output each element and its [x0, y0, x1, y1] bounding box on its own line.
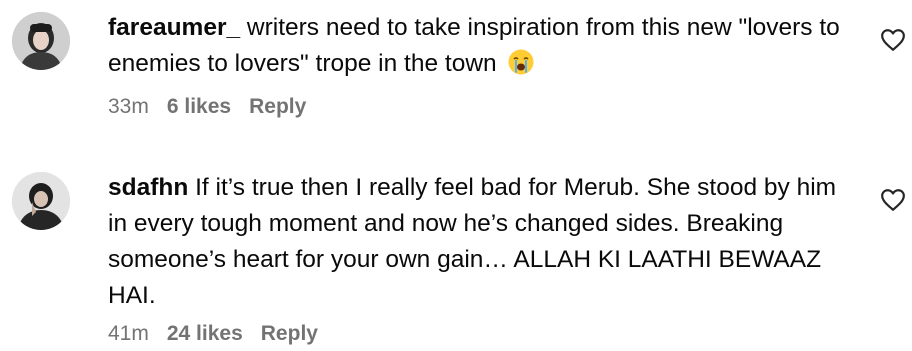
comment-text: fareaumer_ writers need to take inspirat…: [108, 10, 848, 82]
comment-meta: 33m 6 likes Reply: [108, 94, 324, 120]
comment-meta: 41m 24 likes Reply: [108, 321, 336, 347]
comment-text: sdafhn If it’s true then I really feel b…: [108, 170, 848, 314]
avatar[interactable]: [12, 12, 70, 70]
comment-body: If it’s true then I really feel bad for …: [108, 174, 837, 309]
user-avatar-icon: [12, 12, 70, 70]
comment-likes-count[interactable]: 6 likes: [167, 95, 231, 118]
comment-timestamp: 41m: [108, 322, 149, 345]
heart-outline-icon: [881, 189, 905, 211]
loudly-crying-face-icon: [507, 48, 535, 76]
comment-likes-count[interactable]: 24 likes: [167, 322, 243, 345]
user-avatar-icon: [12, 172, 70, 230]
avatar[interactable]: [12, 172, 70, 230]
reply-button[interactable]: Reply: [261, 322, 318, 345]
like-button[interactable]: [880, 28, 906, 52]
comment-timestamp: 33m: [108, 95, 149, 118]
like-button[interactable]: [880, 188, 906, 212]
reply-button[interactable]: Reply: [249, 95, 306, 118]
comment-username[interactable]: fareaumer_: [108, 14, 240, 41]
comment-username[interactable]: sdafhn: [108, 174, 188, 201]
heart-outline-icon: [881, 29, 905, 51]
